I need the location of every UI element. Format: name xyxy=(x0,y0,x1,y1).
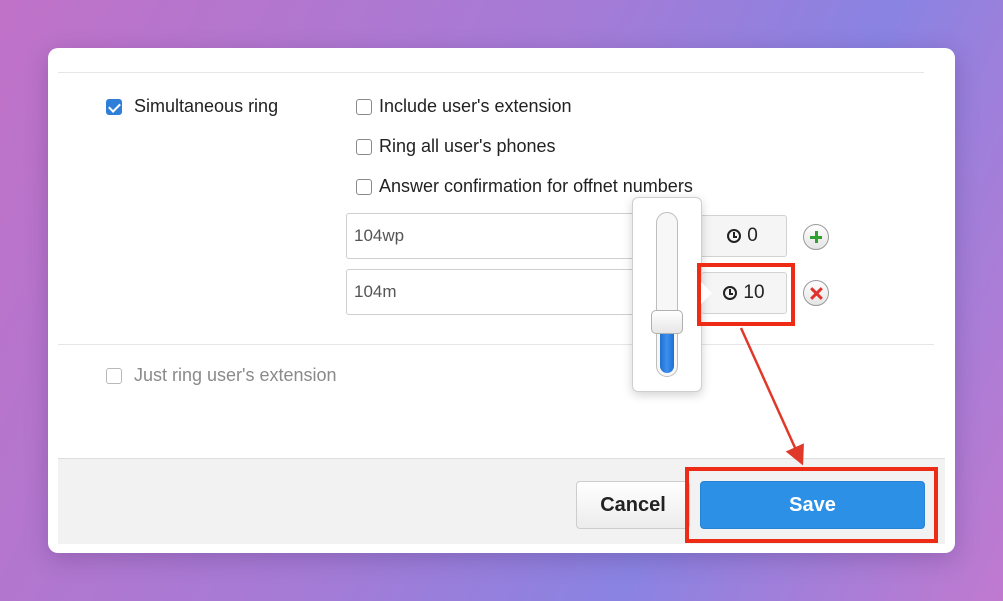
annotation-arrow xyxy=(739,327,804,466)
